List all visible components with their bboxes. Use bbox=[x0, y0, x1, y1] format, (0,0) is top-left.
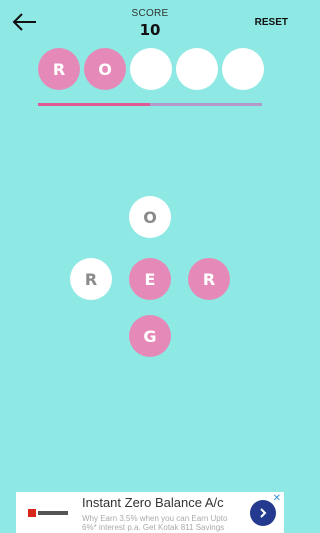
answer-slot: R bbox=[38, 48, 80, 90]
letter-tile-left[interactable]: R bbox=[70, 258, 112, 300]
answer-slot bbox=[130, 48, 172, 90]
letter-tile-center[interactable]: E bbox=[129, 258, 171, 300]
ad-banner[interactable]: Instant Zero Balance A/c Why Earn 3.5% w… bbox=[16, 492, 284, 533]
answer-slot bbox=[222, 48, 264, 90]
ad-text: Why Earn 3.5% when you can Earn Upto 6%*… bbox=[82, 514, 228, 532]
chevron-right-icon bbox=[260, 508, 267, 518]
progress-fill bbox=[38, 103, 150, 106]
answer-slot bbox=[176, 48, 218, 90]
ad-title: Instant Zero Balance A/c bbox=[82, 495, 224, 510]
ad-close-button[interactable]: ✕ bbox=[273, 493, 281, 504]
letter-tile-top[interactable]: O bbox=[129, 196, 171, 238]
ad-logo bbox=[28, 507, 70, 519]
reset-button[interactable]: RESET bbox=[255, 17, 288, 28]
letter-tile-bottom[interactable]: G bbox=[129, 315, 171, 357]
letter-tile-right[interactable]: R bbox=[188, 258, 230, 300]
answer-slot: O bbox=[84, 48, 126, 90]
progress-bar bbox=[38, 103, 262, 106]
